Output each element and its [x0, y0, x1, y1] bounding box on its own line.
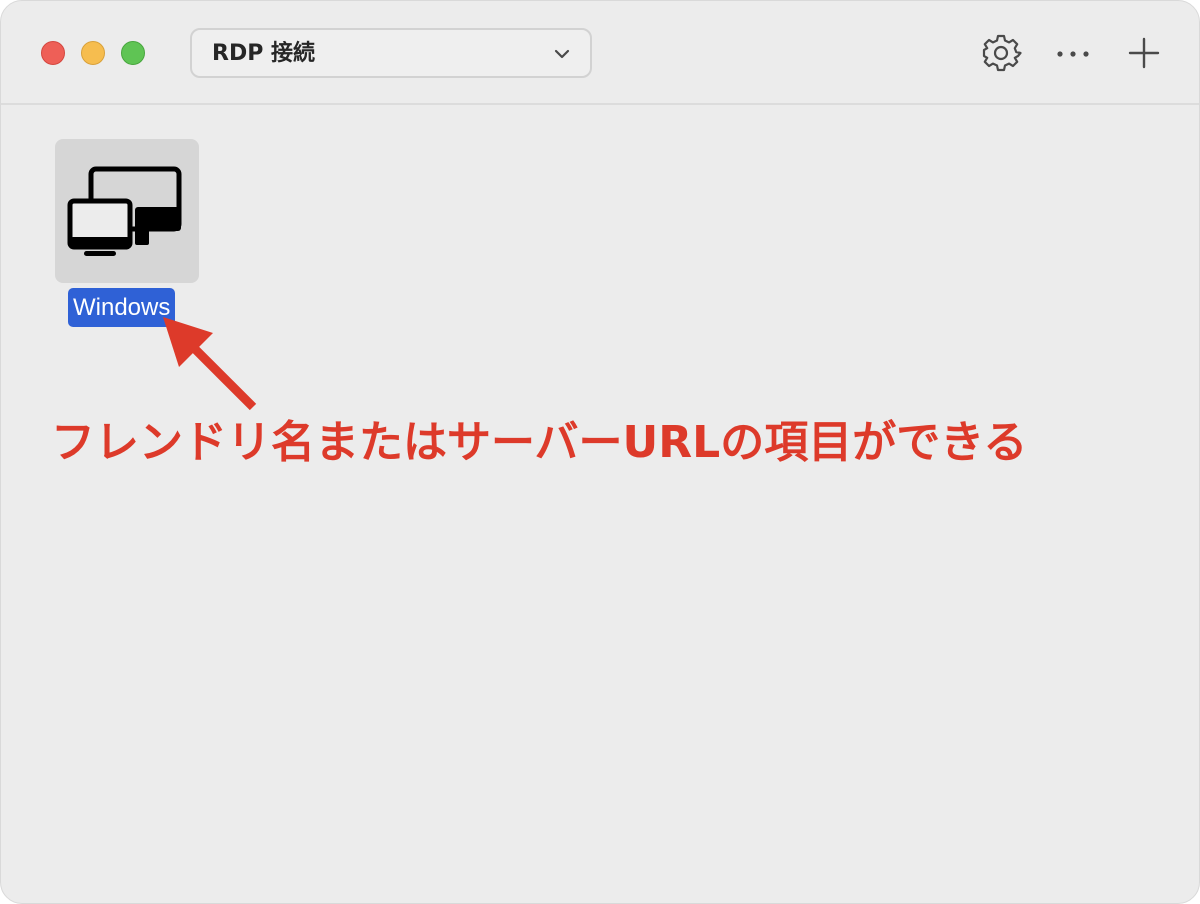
- folder-selector-label: RDP 接続: [212, 41, 315, 66]
- connection-tile[interactable]: [55, 139, 199, 283]
- app-window: RDP 接続 Windows フレンドリ名またはサーバーURLの項目ができる: [0, 0, 1200, 904]
- annotation-text: フレンドリ名またはサーバーURLの項目ができる: [51, 417, 1028, 468]
- toolbar: RDP 接続: [1, 1, 1199, 105]
- plus-icon[interactable]: [1122, 31, 1166, 75]
- devices-icon: [67, 166, 182, 256]
- chevron-down-icon: [554, 49, 570, 59]
- annotation-arrow: [163, 317, 257, 411]
- minimize-window-button[interactable]: [81, 41, 105, 65]
- folder-selector[interactable]: RDP 接続: [190, 28, 592, 78]
- gear-icon[interactable]: [979, 31, 1023, 75]
- ellipsis-icon[interactable]: [1051, 31, 1095, 75]
- close-window-button[interactable]: [41, 41, 65, 65]
- zoom-window-button[interactable]: [121, 41, 145, 65]
